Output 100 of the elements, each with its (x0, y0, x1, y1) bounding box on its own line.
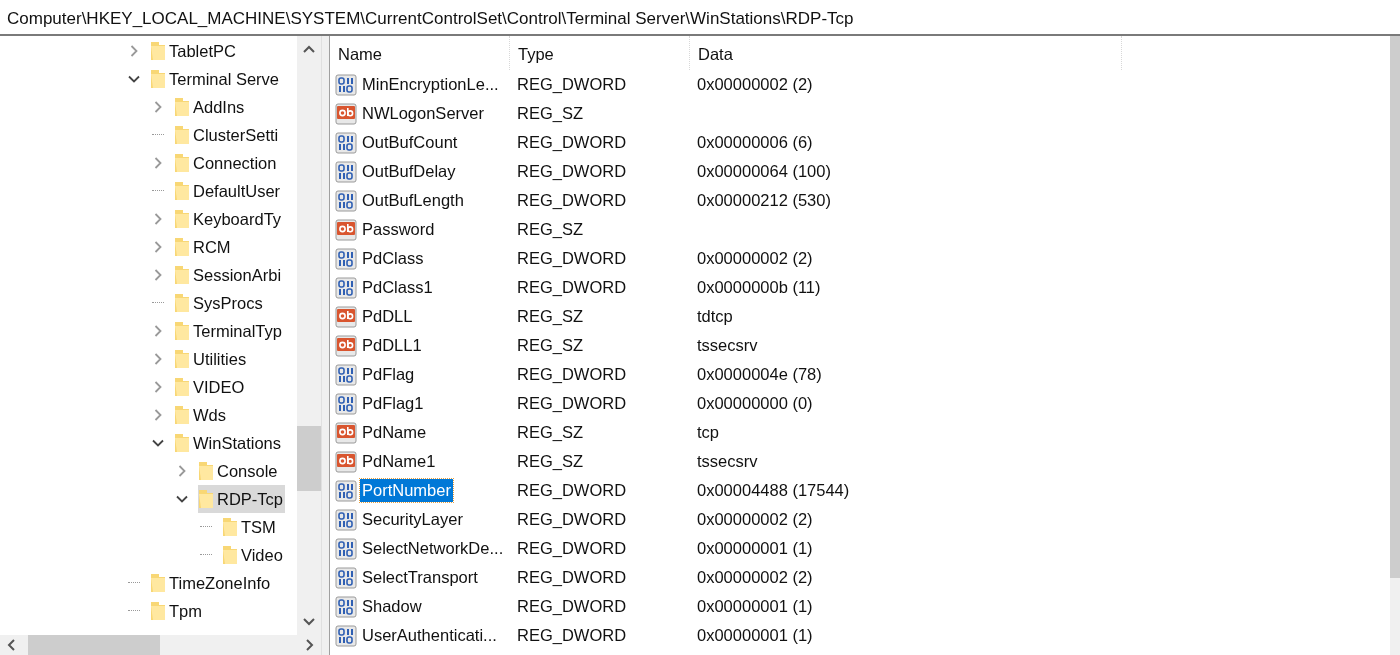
value-type: REG_DWORD (517, 510, 627, 529)
folder-icon (174, 433, 190, 453)
value-data: 0x00000006 (6) (697, 133, 813, 152)
value-name[interactable]: PdDLL1 (360, 334, 424, 357)
string-value-icon (335, 218, 357, 241)
value-type: REG_DWORD (517, 278, 627, 297)
tree-item[interactable]: WinStations (174, 429, 284, 457)
tree-item[interactable]: AddIns (174, 93, 247, 121)
value-name[interactable]: MinEncryptionLe... (360, 73, 501, 96)
value-data: 0x00000001 (1) (697, 597, 813, 616)
value-name[interactable]: Shadow (360, 595, 424, 618)
tree-item[interactable]: RDP-Tcp (198, 485, 285, 513)
tree-item[interactable]: VIDEO (174, 373, 247, 401)
value-data: 0x00000001 (1) (697, 626, 813, 645)
scrollbar[interactable] (297, 36, 321, 635)
expander-icon[interactable] (152, 437, 164, 449)
value-name[interactable]: PdClass (360, 247, 426, 270)
scrollbar-thumb[interactable] (28, 635, 160, 655)
value-name[interactable]: SelectNetworkDe... (360, 537, 506, 560)
tree-item[interactable]: Terminal Serve (150, 65, 282, 93)
binary-value-icon (335, 508, 357, 531)
folder-icon (174, 377, 190, 397)
value-data: 0x00000000 (0) (697, 394, 813, 413)
tree-item[interactable]: Video (222, 541, 285, 569)
value-type: REG_DWORD (517, 191, 627, 210)
value-type: REG_DWORD (517, 133, 627, 152)
value-data: 0x00000002 (2) (697, 75, 813, 94)
folder-icon (150, 573, 166, 593)
folder-icon (174, 125, 190, 145)
value-data: tssecsrv (697, 452, 758, 471)
folder-icon (174, 321, 190, 341)
scroll-right-icon[interactable] (305, 638, 315, 652)
value-name[interactable]: PdName (360, 421, 429, 444)
binary-value-icon (335, 131, 357, 154)
expander-icon[interactable] (128, 73, 140, 85)
string-value-icon (335, 305, 357, 328)
value-data: tssecsrv (697, 336, 758, 355)
column-header[interactable]: Name (330, 36, 510, 70)
tree-item[interactable]: ClusterSetti (174, 121, 281, 149)
value-name[interactable]: PdDLL (360, 305, 415, 328)
tree-item[interactable]: KeyboardTy (174, 205, 284, 233)
value-data: 0x00004488 (17544) (697, 481, 850, 500)
value-data: tdtcp (697, 307, 733, 326)
folder-icon (174, 293, 190, 313)
value-name[interactable]: OutBufCount (360, 131, 460, 154)
binary-value-icon (335, 537, 357, 560)
value-name[interactable]: OutBufDelay (360, 160, 458, 183)
value-name[interactable]: PdFlag (360, 363, 417, 386)
value-name[interactable]: SecurityLayer (360, 508, 465, 531)
value-name[interactable]: PdFlag1 (360, 392, 426, 415)
value-data: 0x00000002 (2) (697, 249, 813, 268)
value-type: REG_SZ (517, 423, 584, 442)
tree-item[interactable]: RCM (174, 233, 233, 261)
column-header[interactable]: Type (510, 36, 690, 70)
value-type: REG_DWORD (517, 597, 627, 616)
value-name[interactable]: PdClass1 (360, 276, 435, 299)
scrollbar-thumb[interactable] (297, 426, 321, 491)
value-name[interactable]: OutBufLength (360, 189, 466, 212)
value-name[interactable]: SelectTransport (360, 566, 480, 589)
folder-icon (198, 461, 214, 481)
address-bar[interactable]: Computer\HKEY_LOCAL_MACHINE\SYSTEM\CurrentControlSet\Control\Terminal Server\WinStations\RDP-Tcp (0, 0, 1400, 36)
string-value-icon (335, 450, 357, 473)
tree-item[interactable]: TSM (222, 513, 278, 541)
tree-item[interactable]: Wds (174, 401, 228, 429)
pane-splitter[interactable] (322, 36, 330, 655)
tree-item[interactable]: SysProcs (174, 289, 265, 317)
tree-item[interactable]: SessionArbi (174, 261, 284, 289)
value-type: REG_SZ (517, 220, 584, 239)
folder-icon (174, 181, 190, 201)
scroll-up-icon[interactable] (302, 44, 316, 54)
expander-icon[interactable] (176, 493, 188, 505)
tree-item[interactable]: Utilities (174, 345, 249, 373)
value-data: 0x00000001 (1) (697, 539, 813, 558)
tree-item[interactable]: Tpm (150, 597, 204, 625)
value-name[interactable]: UserAuthenticati... (360, 624, 499, 647)
column-header[interactable]: Data (690, 36, 1122, 70)
folder-icon (150, 41, 166, 61)
binary-value-icon (335, 566, 357, 589)
tree-item[interactable]: DefaultUser (174, 177, 283, 205)
folder-icon (150, 69, 166, 89)
binary-value-icon (335, 392, 357, 415)
scrollbar[interactable] (0, 635, 321, 655)
tree-item[interactable]: TerminalTyp (174, 317, 284, 345)
binary-value-icon (335, 247, 357, 270)
scroll-left-icon[interactable] (6, 638, 16, 652)
binary-value-icon (335, 160, 357, 183)
value-name[interactable]: PdName1 (360, 450, 438, 473)
value-type: REG_DWORD (517, 539, 627, 558)
scroll-down-icon[interactable] (302, 617, 316, 627)
folder-icon (174, 237, 190, 257)
tree-item[interactable]: TimeZoneInfo (150, 569, 273, 597)
value-name[interactable]: Password (360, 218, 437, 241)
tree-item[interactable]: Connection (174, 149, 279, 177)
folder-icon (174, 265, 190, 285)
value-name[interactable]: PortNumber (360, 479, 453, 502)
tree-item[interactable]: Console (198, 457, 280, 485)
folder-icon (174, 209, 190, 229)
value-type: REG_DWORD (517, 75, 627, 94)
tree-item[interactable]: TabletPC (150, 37, 238, 65)
value-name[interactable]: NWLogonServer (360, 102, 486, 125)
